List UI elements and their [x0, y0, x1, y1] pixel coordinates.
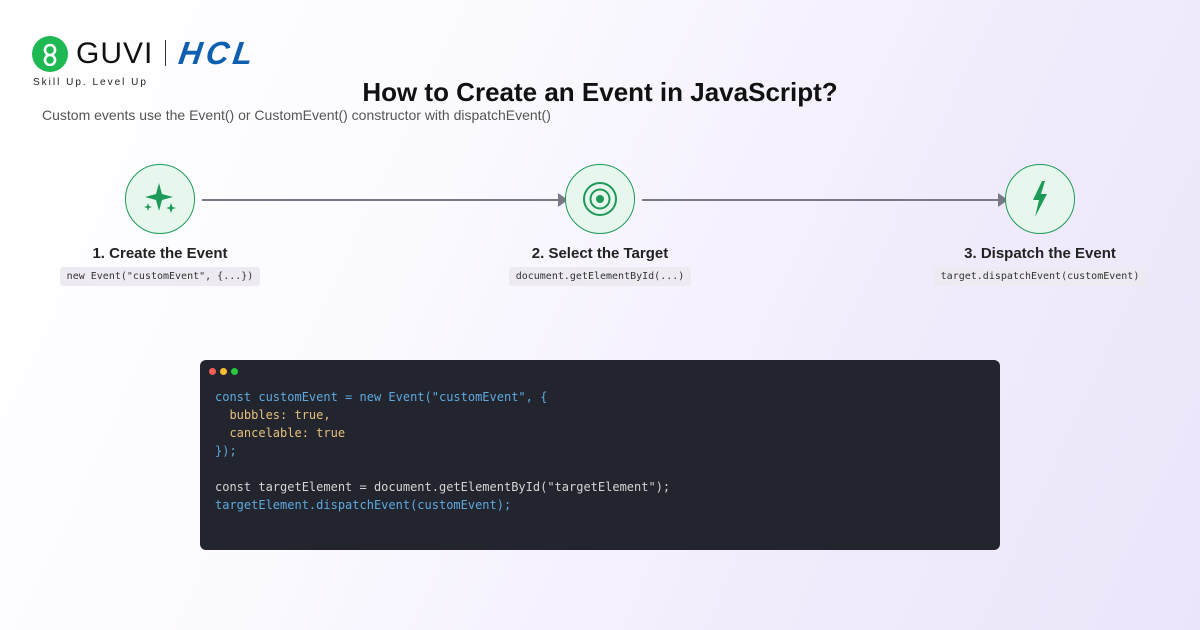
- step-create-event: 1. Create the Event new Event("customEve…: [10, 164, 310, 286]
- step-code: new Event("customEvent", {...}): [59, 267, 261, 286]
- step-select-target: 2. Select the Target document.getElement…: [450, 164, 750, 286]
- step-title: 1. Create the Event: [92, 245, 228, 262]
- hcl-wordmark: HCL: [176, 35, 260, 71]
- code-line: bubbles: true,: [215, 408, 331, 422]
- close-dot: [209, 368, 216, 375]
- code-line: const customEvent = new Event("customEve…: [215, 390, 548, 404]
- logo-divider: [165, 40, 166, 66]
- step-dispatch-event: 3. Dispatch the Event target.dispatchEve…: [890, 164, 1190, 286]
- step-code: target.dispatchEvent(customEvent): [933, 267, 1147, 286]
- guvi-logo-icon: [32, 36, 68, 72]
- maximize-dot: [231, 368, 238, 375]
- code-editor-window: const customEvent = new Event("customEve…: [200, 360, 1000, 550]
- code-line: targetElement.dispatchEvent(customEvent)…: [215, 498, 512, 512]
- code-line: cancelable: true: [215, 426, 346, 440]
- minimize-dot: [220, 368, 227, 375]
- page-title: How to Create an Event in JavaScript?: [362, 77, 838, 107]
- lightning-icon: [1005, 164, 1075, 234]
- step-title: 2. Select the Target: [531, 245, 669, 262]
- step-code: document.getElementById(...): [508, 267, 692, 286]
- code-block: const customEvent = new Event("customEve…: [215, 388, 670, 514]
- sparkles-icon: [125, 164, 195, 234]
- target-icon: [565, 164, 635, 234]
- code-line: const targetElement = document.getElemen…: [215, 480, 671, 494]
- window-controls: [209, 368, 238, 375]
- guvi-wordmark: GUVI: [76, 37, 154, 70]
- code-line: });: [215, 444, 237, 458]
- step-title: 3. Dispatch the Event: [964, 245, 1116, 262]
- page-subtitle: Custom events use the Event() or CustomE…: [42, 107, 551, 123]
